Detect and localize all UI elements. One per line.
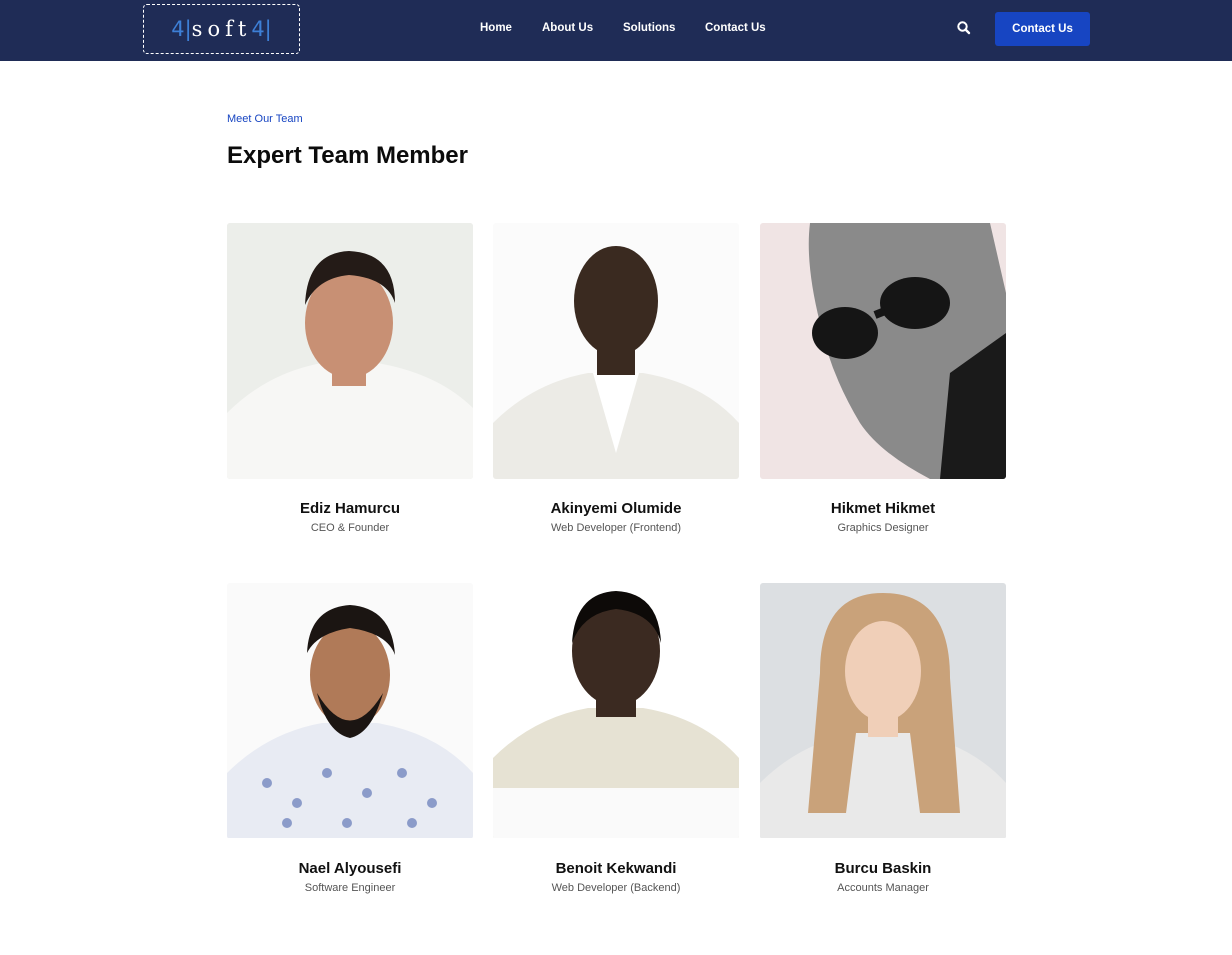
nav-solutions[interactable]: Solutions — [623, 22, 675, 34]
team-member-role: Accounts Manager — [837, 882, 929, 894]
team-card: Hikmet Hikmet Graphics Designer — [760, 223, 1006, 534]
search-icon[interactable] — [956, 20, 972, 36]
section-title: Expert Team Member — [227, 142, 468, 169]
logo-text: soft — [191, 17, 252, 41]
team-photo — [227, 583, 473, 839]
logo[interactable]: 4| soft 4| — [143, 4, 300, 54]
team-member-role: Web Developer (Backend) — [551, 882, 681, 894]
team-member-role: Software Engineer — [304, 882, 396, 894]
section-eyebrow: Meet Our Team — [227, 113, 303, 125]
team-card: Burcu Baskin Accounts Manager — [760, 583, 1006, 894]
nav-contact-us[interactable]: Contact Us — [705, 22, 766, 34]
team-photo — [760, 223, 1006, 479]
team-card: Akinyemi Olumide Web Developer (Frontend… — [493, 223, 739, 534]
logo-mark-left: 4| — [171, 17, 192, 41]
team-member-role: Web Developer (Frontend) — [550, 522, 682, 534]
nav-home[interactable]: Home — [480, 22, 512, 34]
team-member-name: Benoit Kekwandi — [555, 860, 677, 877]
team-photo — [493, 583, 739, 839]
team-member-name: Burcu Baskin — [834, 860, 932, 877]
team-card: Ediz Hamurcu CEO & Founder — [227, 223, 473, 534]
team-member-name: Nael Alyousefi — [298, 860, 402, 877]
team-member-name: Ediz Hamurcu — [299, 500, 401, 517]
nav-about-us[interactable]: About Us — [542, 22, 593, 34]
team-card: Nael Alyousefi Software Engineer — [227, 583, 473, 894]
team-member-role: CEO & Founder — [310, 522, 390, 534]
team-photo — [227, 223, 473, 479]
team-member-name: Hikmet Hikmet — [830, 500, 936, 517]
site-header: 4| soft 4| Home About Us Solutions Conta… — [0, 0, 1232, 61]
logo-mark-right: 4| — [251, 17, 272, 41]
team-photo — [760, 583, 1006, 839]
team-card: Benoit Kekwandi Web Developer (Backend) — [493, 583, 739, 894]
team-member-name: Akinyemi Olumide — [550, 500, 682, 517]
team-photo — [493, 223, 739, 479]
team-member-role: Graphics Designer — [837, 522, 929, 534]
contact-us-button[interactable]: Contact Us — [995, 12, 1090, 46]
